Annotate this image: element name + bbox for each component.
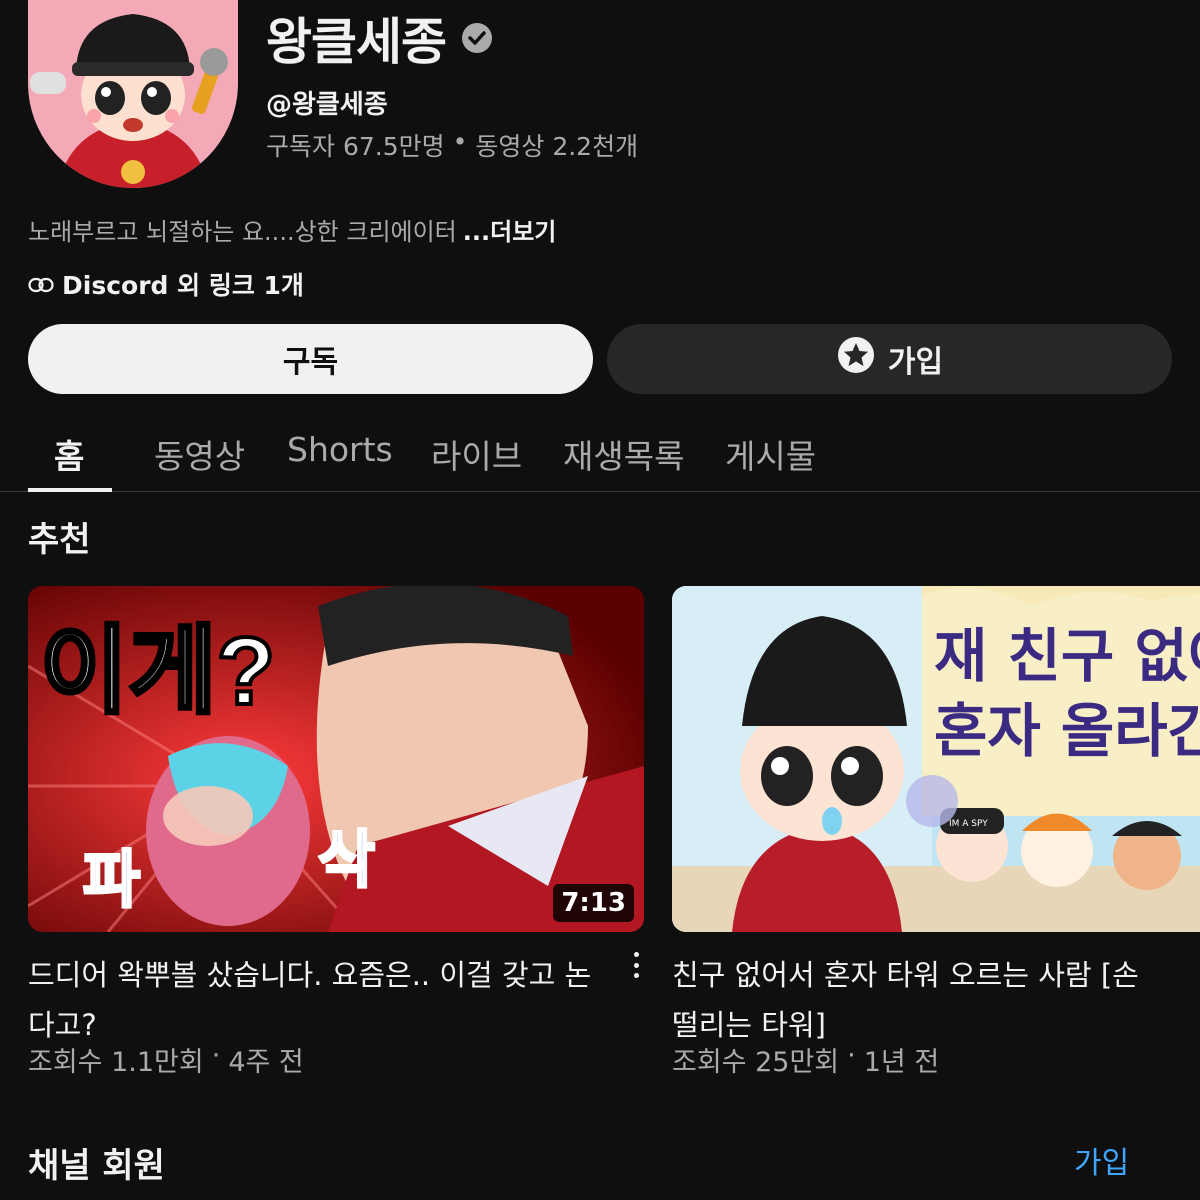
tab-posts[interactable]: 게시물	[725, 430, 816, 478]
video-thumbnail[interactable]: 이게? 파 삭 7:13	[28, 586, 644, 932]
thumb-text-bottom-right: 삭	[318, 823, 375, 896]
video-count: 동영상 2.2천개	[475, 132, 639, 161]
thumb-text-line1: 재 친구 없어	[934, 622, 1200, 690]
stats-separator: •	[452, 127, 468, 156]
subscriber-count: 구독자 67.5만명	[266, 132, 445, 161]
thumb-text-line2: 혼자 올라간	[934, 697, 1200, 765]
meta-separator: ·	[847, 1040, 856, 1071]
members-join-link[interactable]: 가입	[1074, 1138, 1129, 1182]
channel-tabs: 홈 동영상 Shorts 라이브 재생목록 게시물	[0, 412, 1200, 492]
thumb-badge: IM A SPY	[949, 819, 988, 829]
channel-name: 왕클세종	[266, 13, 447, 71]
link-icon	[28, 270, 54, 299]
links-label: Discord 외 링크 1개	[62, 271, 304, 300]
thumb-text-top: 이게?	[40, 618, 275, 725]
tab-live[interactable]: 라이브	[431, 430, 522, 478]
video-meta: 조회수 25만회 · 1년 전	[672, 1040, 939, 1079]
channel-handle: @왕클세종	[266, 90, 388, 120]
upload-age: 1년 전	[863, 1047, 940, 1078]
star-badge-icon	[836, 335, 876, 383]
video-title[interactable]: 드디어 왁뿌볼 샀습니다. 요즘은.. 이걸 갖고 논다고?	[28, 950, 608, 1050]
view-count: 조회수 25만회	[672, 1047, 840, 1078]
video-duration: 7:13	[553, 884, 634, 922]
active-tab-indicator	[28, 488, 112, 492]
upload-age: 4주 전	[228, 1047, 304, 1078]
subscribe-label: 구독	[282, 345, 339, 380]
channel-stats: 구독자 67.5만명 • 동영상 2.2천개	[266, 127, 638, 163]
join-label: 가입	[887, 345, 944, 380]
tab-home[interactable]: 홈	[54, 430, 84, 478]
tab-videos[interactable]: 동영상	[154, 430, 245, 478]
section-title-members: 채널 회원	[28, 1146, 165, 1186]
video-title[interactable]: 친구 없어서 혼자 타워 오르는 사람 [손 떨리는 타워]	[672, 950, 1172, 1050]
video-thumbnail[interactable]: 재 친구 없어 혼자 올라간 IM A SPY	[672, 586, 1200, 932]
section-title-recommended: 추천	[28, 520, 91, 560]
check-circle-icon	[460, 21, 494, 55]
meta-separator: ·	[211, 1040, 221, 1071]
join-button[interactable]: 가입	[607, 324, 1172, 394]
thumb-text-bottom-left: 파	[83, 843, 140, 916]
subscribe-button[interactable]: 구독	[28, 324, 593, 394]
video-meta: 조회수 1.1만회 · 4주 전	[28, 1040, 304, 1079]
description-text: 노래부르고 뇌절하는 요....상한 크리에이터	[28, 218, 457, 246]
tab-shorts[interactable]: Shorts	[287, 430, 393, 469]
channel-links[interactable]: Discord 외 링크 1개	[28, 266, 304, 302]
channel-description[interactable]: 노래부르고 뇌절하는 요....상한 크리에이터 ...더보기	[28, 212, 556, 247]
view-count: 조회수 1.1만회	[28, 1047, 204, 1078]
more-vertical-icon[interactable]	[624, 950, 648, 980]
more-link[interactable]: ...더보기	[463, 212, 557, 247]
channel-avatar[interactable]	[28, 0, 238, 188]
tab-playlists[interactable]: 재생목록	[563, 430, 684, 478]
